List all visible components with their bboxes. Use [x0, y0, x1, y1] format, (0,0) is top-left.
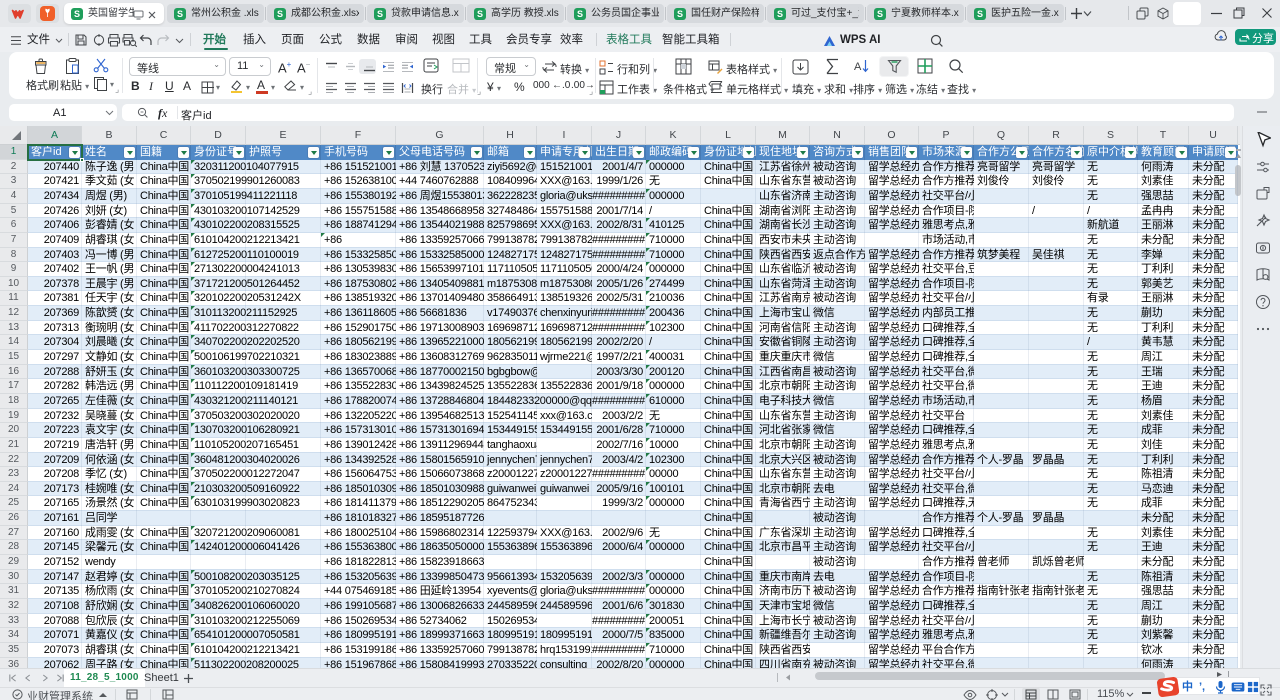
svg-text:A: A — [854, 61, 862, 73]
